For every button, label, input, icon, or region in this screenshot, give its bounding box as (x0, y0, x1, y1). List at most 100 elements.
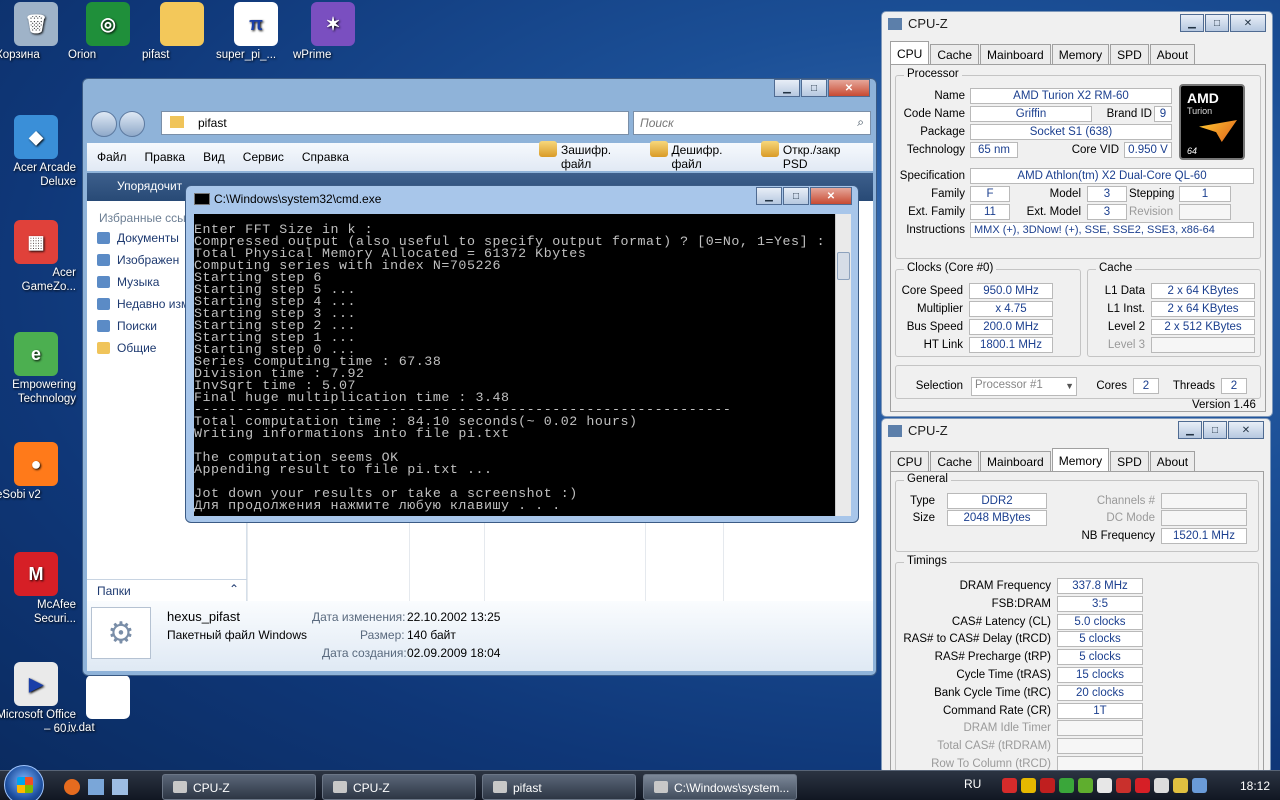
back-button[interactable] (91, 111, 117, 137)
start-button[interactable] (4, 765, 44, 800)
encrypt-file-button[interactable]: Зашифр. файл (538, 141, 636, 171)
firefox-quicklaunch-icon[interactable] (64, 779, 80, 795)
desktop-icon[interactable]: 🗑 Корзина (0, 2, 76, 61)
menu-file[interactable]: Файл (97, 150, 127, 164)
cmd-window[interactable]: C:\Windows\system32\cmd.exe ▁ □ ✕ Enter … (185, 185, 859, 523)
mcafee-tray-icon[interactable] (1135, 778, 1150, 793)
tab-about[interactable]: About (1149, 451, 1196, 472)
network-icon[interactable] (1059, 778, 1074, 793)
cpuz-memory-window[interactable]: CPU-Z ▁ □ ✕ CPU Cache Mainboard Memory S… (881, 418, 1271, 774)
minimize-button[interactable]: ▁ (1178, 421, 1202, 439)
type-label: Type (910, 495, 935, 507)
language-indicator[interactable]: RU (964, 777, 981, 791)
tab-mainboard[interactable]: Mainboard (980, 451, 1051, 472)
menu-help[interactable]: Справка (302, 150, 349, 164)
taskbar-button-pifast[interactable]: pifast (482, 774, 636, 800)
desktop-icon[interactable]: iv.dat (68, 675, 148, 734)
minimize-button[interactable]: ▁ (1180, 14, 1204, 32)
maximize-button[interactable]: □ (1203, 421, 1227, 439)
warning-icon[interactable] (1021, 778, 1036, 793)
switch-windows-icon[interactable] (112, 779, 128, 795)
cmd-icon (194, 193, 210, 205)
tab-panel: Processor Name AMD Turion X2 RM-60 Code … (890, 64, 1266, 412)
desktop-icon[interactable]: ▦ Acer GameZo... (0, 220, 76, 293)
organize-button[interactable]: Упорядочит (99, 179, 182, 193)
selection-label: Selection (915, 380, 963, 392)
address-bar[interactable]: pifast (161, 111, 629, 135)
timing-value: 5 clocks (1057, 631, 1143, 648)
forward-button[interactable] (119, 111, 145, 137)
tab-cache[interactable]: Cache (930, 44, 980, 65)
ati-icon[interactable] (1040, 778, 1055, 793)
minimize-button[interactable]: ▁ (756, 187, 782, 205)
desktop-icon[interactable]: π super_pi_... (216, 2, 296, 61)
taskbar-button-cpuz-1[interactable]: CPU-Z (162, 774, 316, 800)
desktop-icon[interactable]: M McAfee Securi... (0, 552, 76, 625)
antivirus-icon[interactable] (1002, 778, 1017, 793)
close-button[interactable]: ✕ (810, 187, 852, 205)
l1data-value: 2 x 64 KBytes (1151, 283, 1255, 299)
folders-toggle[interactable]: Папки ⌃ (87, 579, 247, 601)
menu-view[interactable]: Вид (203, 150, 225, 164)
desktop-icon[interactable]: ◆ Acer Arcade Deluxe (0, 115, 76, 188)
close-button[interactable]: ✕ (1230, 14, 1266, 32)
technology-label: Technology (906, 144, 965, 156)
tray-icon[interactable] (1173, 778, 1188, 793)
busspeed-value: 200.0 MHz (969, 319, 1053, 335)
size-label: Размер: (360, 628, 405, 642)
desktop-icon[interactable]: ✶ wPrime (293, 2, 373, 61)
maximize-button[interactable]: □ (1205, 14, 1229, 32)
open-close-psd-button[interactable]: Откр./закр PSD (760, 141, 859, 171)
taskbar-button-cpuz-2[interactable]: CPU-Z (322, 774, 476, 800)
desktop-icon[interactable]: ◎ Orion (68, 2, 148, 61)
size-value: 2048 MBytes (947, 510, 1047, 526)
console-output[interactable]: Enter FFT Size in k : Compressed output (… (194, 214, 835, 516)
channels-value (1161, 493, 1247, 509)
desktop-icon[interactable]: ▶ Microsoft Office – 60... (0, 662, 76, 735)
tab-spd[interactable]: SPD (1110, 44, 1149, 65)
selection-dropdown[interactable]: Processor #1 ▼ (971, 377, 1077, 396)
desktop-icon-label: Empowering Technology (12, 379, 76, 405)
codename-value: Griffin (970, 106, 1092, 122)
multiplier-value: x 4.75 (969, 301, 1053, 317)
cpuz-cpu-window[interactable]: CPU-Z ▁ □ ✕ CPU Cache Mainboard Memory S… (881, 11, 1273, 417)
tab-cpu[interactable]: CPU (890, 451, 930, 472)
tab-mainboard[interactable]: Mainboard (980, 44, 1051, 65)
tab-memory[interactable]: Memory (1051, 44, 1110, 65)
menu-edit[interactable]: Правка (145, 150, 186, 164)
desktop-icon[interactable]: pifast (142, 2, 222, 61)
tray-icon[interactable] (1192, 778, 1207, 793)
security-icon[interactable] (1116, 778, 1131, 793)
tab-memory[interactable]: Memory (1051, 448, 1110, 472)
cpuz-window-controls: ▁ □ ✕ (1179, 14, 1266, 32)
clock[interactable]: 18:12 (1240, 779, 1270, 793)
desktop-icon[interactable]: e Empowering Technology (0, 332, 76, 405)
console-scrollbar[interactable] (835, 214, 851, 516)
scrollbar-thumb[interactable] (837, 252, 850, 280)
tab-spd[interactable]: SPD (1110, 451, 1149, 472)
details-pane: ⚙ hexus_pifast Пакетный файл Windows Дат… (87, 601, 873, 671)
timing-label: CAS# Latency (CL) (951, 615, 1051, 628)
menu-tools[interactable]: Сервис (243, 150, 284, 164)
close-button[interactable]: ✕ (1228, 421, 1264, 439)
search-input[interactable]: Поиск ⌕ (633, 111, 871, 135)
taskbar-button-cmd[interactable]: C:\Windows\system... (643, 774, 797, 800)
search-icon[interactable]: ⌕ (857, 115, 864, 130)
desktop-icon[interactable]: ● eSobi v2 (0, 442, 76, 501)
battery-icon[interactable] (1078, 778, 1093, 793)
ms-office-icon: ▶ (14, 662, 58, 706)
tray-icon[interactable] (1154, 778, 1169, 793)
tab-about[interactable]: About (1149, 44, 1196, 65)
timing-label: RAS# Precharge (tRP) (934, 651, 1051, 664)
close-button[interactable]: ✕ (828, 79, 870, 97)
maximize-button[interactable]: □ (801, 79, 827, 97)
decrypt-file-button[interactable]: Дешифр. файл (649, 141, 747, 171)
cache-group-title: Cache (1096, 262, 1136, 274)
maximize-button[interactable]: □ (783, 187, 809, 205)
tab-cpu[interactable]: CPU (890, 41, 930, 65)
show-desktop-icon[interactable] (88, 779, 104, 795)
speaker-icon[interactable] (1097, 778, 1112, 793)
minimize-button[interactable]: ▁ (774, 79, 800, 97)
window-title: CPU-Z (908, 423, 948, 438)
tab-cache[interactable]: Cache (930, 451, 980, 472)
